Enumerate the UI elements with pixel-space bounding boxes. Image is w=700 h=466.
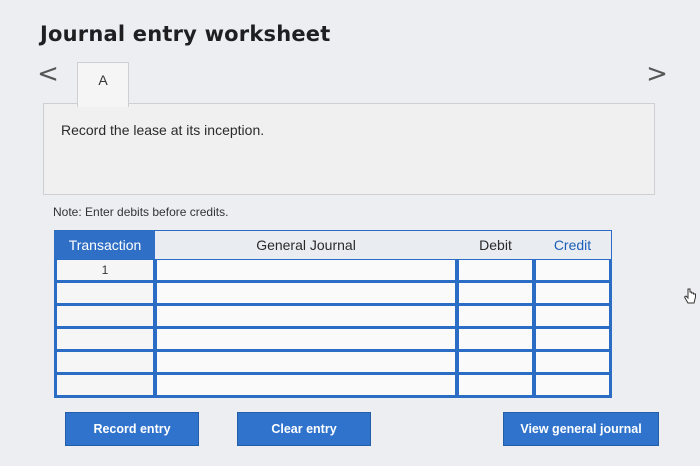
credit-input[interactable] (536, 306, 609, 326)
header-credit: Credit (553, 237, 592, 253)
general-journal-input[interactable] (157, 352, 455, 372)
general-journal-input[interactable] (157, 260, 455, 280)
hand-pointer-icon (683, 288, 696, 304)
table-row (55, 328, 611, 350)
header-general-journal: General Journal (256, 237, 356, 253)
debit-input[interactable] (459, 329, 532, 349)
credit-input[interactable] (536, 260, 609, 280)
debit-input[interactable] (459, 260, 532, 280)
view-general-journal-button[interactable]: View general journal (503, 412, 659, 446)
transaction-cell (57, 352, 153, 372)
transaction-cell (57, 306, 153, 326)
page-title: Journal entry worksheet (40, 22, 331, 46)
credit-input[interactable] (536, 375, 609, 395)
instruction-panel (43, 103, 655, 195)
transaction-cell (57, 329, 153, 349)
general-journal-input[interactable] (157, 306, 455, 326)
tab-a[interactable]: A (77, 62, 129, 107)
general-journal-input[interactable] (157, 329, 455, 349)
credit-input[interactable] (536, 352, 609, 372)
next-chevron-icon[interactable]: > (645, 61, 669, 87)
note-text: Note: Enter debits before credits. (53, 205, 229, 219)
transaction-cell: 1 (57, 260, 153, 280)
table-row (55, 374, 611, 396)
clear-entry-button[interactable]: Clear entry (237, 412, 371, 446)
table-header: Transaction General Journal Debit Credit (55, 231, 611, 259)
transaction-cell (57, 375, 153, 395)
table-row (55, 305, 611, 327)
header-debit: Debit (479, 237, 512, 253)
credit-input[interactable] (536, 329, 609, 349)
debit-input[interactable] (459, 283, 532, 303)
journal-table: Transaction General Journal Debit Credit… (54, 230, 612, 398)
transaction-cell (57, 283, 153, 303)
prev-chevron-icon[interactable]: < (36, 61, 60, 87)
debit-input[interactable] (459, 375, 532, 395)
table-row: 1 (55, 259, 611, 281)
credit-input[interactable] (536, 283, 609, 303)
header-transaction: Transaction (55, 231, 155, 259)
debit-input[interactable] (459, 306, 532, 326)
general-journal-input[interactable] (157, 375, 455, 395)
debit-input[interactable] (459, 352, 532, 372)
record-entry-button[interactable]: Record entry (65, 412, 199, 446)
general-journal-input[interactable] (157, 283, 455, 303)
table-row (55, 351, 611, 373)
table-row (55, 282, 611, 304)
instruction-text: Record the lease at its inception. (61, 122, 265, 138)
